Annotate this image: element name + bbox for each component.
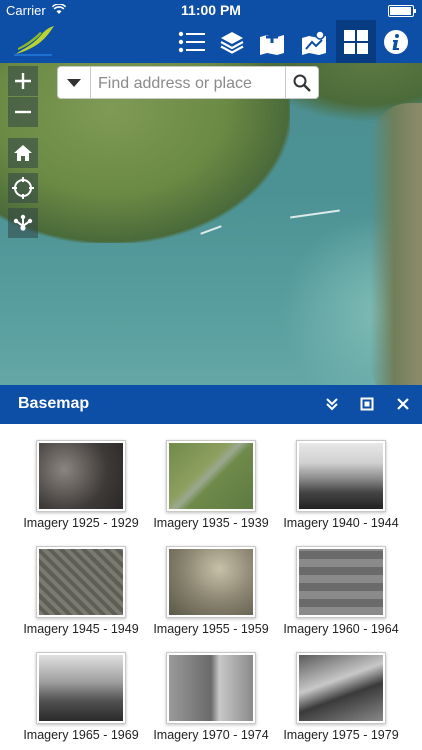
basemap-item[interactable]: Imagery 1940 - 1944 [282,424,400,531]
basemap-label: Imagery 1925 - 1929 [23,516,139,530]
basemap-thumbnail [296,440,386,512]
basemap-thumbnail [36,440,126,512]
zoom-out-button[interactable] [8,97,38,127]
close-icon [397,398,409,410]
clock: 11:00 PM [181,2,241,18]
panel-title: Basemap [18,395,90,412]
basemap-thumbnail [296,546,386,618]
add-content-button[interactable] [252,20,292,63]
basemap-item[interactable]: Imagery 1935 - 1939 [152,424,270,531]
map-view[interactable] [0,63,422,385]
basemap-label: Imagery 1945 - 1949 [23,622,139,636]
app-logo [14,26,54,56]
legend-button[interactable] [172,20,212,63]
basemap-item[interactable]: Imagery 1965 - 1969 [22,636,140,743]
basemap-item[interactable]: Imagery 1975 - 1979 [282,636,400,743]
basemap-thumbnail [166,440,256,512]
search-dropdown-button[interactable] [58,67,91,98]
basemap-item[interactable]: Imagery 1960 - 1964 [282,530,400,637]
measure-button[interactable] [8,208,38,238]
restore-icon [360,397,374,411]
search-button[interactable] [285,67,318,98]
map-tools-icon [302,29,326,55]
collapse-panel-button[interactable] [322,394,342,414]
home-icon [14,145,32,161]
search-icon [293,74,311,92]
basemap-label: Imagery 1960 - 1964 [283,622,399,636]
basemap-panel-header: Basemap [0,385,422,424]
basemap-item[interactable]: Imagery 1925 - 1929 [22,424,140,531]
layers-button[interactable] [212,20,252,63]
basemap-thumbnail [36,652,126,724]
measure-icon [13,214,33,231]
info-icon [384,29,408,54]
basemap-thumbnail [166,546,256,618]
legend-list-icon [178,31,205,52]
basemap-gallery: Imagery 1925 - 1929 Imagery 1935 - 1939 … [0,424,422,750]
basemap-item[interactable]: Imagery 1970 - 1974 [152,636,270,743]
chevron-down-icon [67,78,81,87]
zoom-in-button[interactable] [8,66,38,96]
basemap-label: Imagery 1970 - 1974 [153,728,269,742]
basemap-label: Imagery 1965 - 1969 [23,728,139,742]
basemap-thumbnail [296,652,386,724]
locate-button[interactable] [8,173,38,203]
basemap-label: Imagery 1975 - 1979 [283,728,399,742]
layers-icon [220,31,244,54]
minus-icon [15,110,31,114]
home-button[interactable] [8,138,38,168]
app-toolbar [0,20,422,63]
basemap-item[interactable]: Imagery 1955 - 1959 [152,530,270,637]
close-panel-button[interactable] [393,394,413,414]
basemap-gallery-icon [344,29,368,54]
map-shoreline [370,103,422,385]
basemap-label: Imagery 1955 - 1959 [153,622,269,636]
basemap-gallery-button[interactable] [336,20,376,63]
basemap-label: Imagery 1940 - 1944 [283,516,399,530]
basemap-item[interactable]: Imagery 1945 - 1949 [22,530,140,637]
double-chevron-down-icon [326,398,338,411]
search-bar [57,66,319,99]
search-input[interactable] [96,71,290,96]
battery-icon [388,5,416,17]
plus-icon [15,73,31,89]
map-tools-button[interactable] [294,20,334,63]
basemap-label: Imagery 1935 - 1939 [153,516,269,530]
info-button[interactable] [376,20,416,63]
add-map-icon [260,30,284,55]
status-bar: Carrier 11:00 PM [0,0,422,20]
basemap-thumbnail [166,652,256,724]
restore-panel-button[interactable] [357,394,377,414]
basemap-thumbnail [36,546,126,618]
locate-icon [12,177,34,199]
